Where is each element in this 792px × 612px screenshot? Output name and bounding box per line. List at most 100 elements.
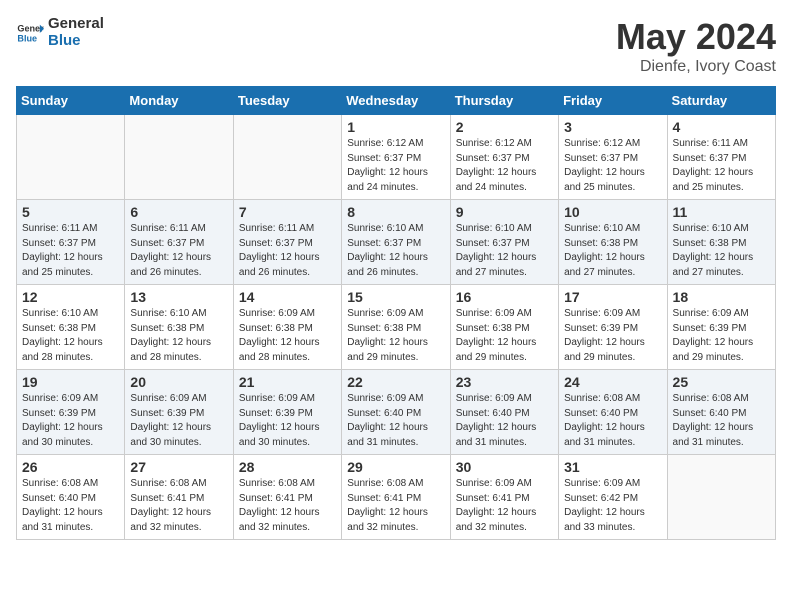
day-number: 4 — [673, 119, 770, 135]
day-number: 9 — [456, 204, 553, 220]
day-info: Sunrise: 6:08 AM Sunset: 6:41 PM Dayligh… — [239, 477, 336, 535]
weekday-header-row: Sunday Monday Tuesday Wednesday Thursday… — [17, 87, 776, 115]
table-row: 8 Sunrise: 6:10 AM Sunset: 6:37 PM Daylig… — [342, 200, 450, 285]
day-number: 25 — [673, 374, 770, 390]
table-row: 29 Sunrise: 6:08 AM Sunset: 6:41 PM Dayli… — [342, 455, 450, 540]
day-number: 14 — [239, 289, 336, 305]
table-row: 21Sunrise: 6:09 AM Sunset: 6:39 PM Dayli… — [233, 370, 341, 455]
day-number: 11 — [673, 204, 770, 220]
table-row: 20 Sunrise: 6:09 AM Sunset: 6:39 PM Dayli… — [125, 370, 233, 455]
table-row: 14 Sunrise: 6:09 AM Sunset: 6:38 PM Dayli… — [233, 285, 341, 370]
table-row: 12Sunrise: 6:10 AM Sunset: 6:38 PM Dayli… — [17, 285, 125, 370]
logo: General Blue General Blue — [16, 16, 104, 49]
day-info: Sunrise: 6:09 AM Sunset: 6:38 PM Dayligh… — [239, 307, 336, 365]
header-thursday: Thursday — [450, 87, 558, 115]
table-row: 13 Sunrise: 6:10 AM Sunset: 6:38 PM Dayli… — [125, 285, 233, 370]
day-number: 16 — [456, 289, 553, 305]
table-row: 3Sunrise: 6:12 AM Sunset: 6:37 PM Daylig… — [559, 115, 667, 200]
table-row: 26 Sunrise: 6:08 AM Sunset: 6:40 PM Dayli… — [17, 455, 125, 540]
table-row: 6Sunrise: 6:11 AM Sunset: 6:37 PM Daylig… — [125, 200, 233, 285]
table-row: 25Sunrise: 6:08 AM Sunset: 6:40 PM Dayli… — [667, 370, 775, 455]
table-row: 19 Sunrise: 6:09 AM Sunset: 6:39 PM Dayli… — [17, 370, 125, 455]
table-row: 5 Sunrise: 6:11 AM Sunset: 6:37 PM Daylig… — [17, 200, 125, 285]
day-number: 6 — [130, 204, 227, 220]
day-number: 17 — [564, 289, 661, 305]
day-number: 15 — [347, 289, 444, 305]
calendar-week-row: 12 Sunrise: 6:10 AM Sunset: 6:38 PM Dayli… — [17, 285, 776, 370]
day-info: Sunrise: 6:09 AM Sunset: 6:39 PM Dayligh… — [22, 392, 119, 450]
calendar-week-row: 19 Sunrise: 6:09 AM Sunset: 6:39 PM Dayli… — [17, 370, 776, 455]
day-info: Sunrise: 6:08 AM Sunset: 6:40 PM Dayligh… — [564, 392, 661, 450]
day-number: 28 — [239, 459, 336, 475]
table-row: 4 Sunrise: 6:11 AM Sunset: 6:37 PM Daylig… — [667, 115, 775, 200]
day-info: Sunrise: 6:08 AM Sunset: 6:41 PM Dayligh… — [347, 477, 444, 535]
calendar-subtitle: Dienfe, Ivory Coast — [616, 58, 776, 76]
table-row: 16 Sunrise: 6:09 AM Sunset: 6:38 PM Dayli… — [450, 285, 558, 370]
header-friday: Friday — [559, 87, 667, 115]
header-sunday: Sunday — [17, 87, 125, 115]
day-number: 31 — [564, 459, 661, 475]
calendar-table: Sunday Monday Tuesday Wednesday Thursday… — [16, 86, 776, 540]
day-info: Sunrise: 6:09 AM Sunset: 6:38 PM Dayligh… — [347, 307, 444, 365]
day-info: Sunrise: 6:10 AM Sunset: 6:37 PM Dayligh… — [347, 222, 444, 280]
day-number: 10 — [564, 204, 661, 220]
day-info: Sunrise: 6:10 AM Sunset: 6:38 PM Dayligh… — [564, 222, 661, 280]
day-info: Sunrise: 6:11 AM Sunset: 6:37 PM Dayligh… — [673, 137, 770, 195]
day-info: Sunrise: 6:09 AM Sunset: 6:40 PM Dayligh… — [347, 392, 444, 450]
calendar-week-row: 5 Sunrise: 6:11 AM Sunset: 6:37 PM Daylig… — [17, 200, 776, 285]
day-number: 3 — [564, 119, 661, 135]
day-number: 19 — [22, 374, 119, 390]
day-info: Sunrise: 6:08 AM Sunset: 6:41 PM Dayligh… — [130, 477, 227, 535]
day-number: 5 — [22, 204, 119, 220]
day-info: Sunrise: 6:09 AM Sunset: 6:38 PM Dayligh… — [456, 307, 553, 365]
table-row — [667, 455, 775, 540]
table-row: 2Sunrise: 6:12 AM Sunset: 6:37 PM Daylig… — [450, 115, 558, 200]
day-number: 8 — [347, 204, 444, 220]
page-header: General Blue General Blue May 2024 Dienf… — [16, 16, 776, 76]
table-row: 30Sunrise: 6:09 AM Sunset: 6:41 PM Dayli… — [450, 455, 558, 540]
day-number: 7 — [239, 204, 336, 220]
table-row: 23Sunrise: 6:09 AM Sunset: 6:40 PM Dayli… — [450, 370, 558, 455]
logo-general: General — [48, 15, 104, 32]
header-tuesday: Tuesday — [233, 87, 341, 115]
day-info: Sunrise: 6:12 AM Sunset: 6:37 PM Dayligh… — [347, 137, 444, 195]
day-number: 22 — [347, 374, 444, 390]
header-monday: Monday — [125, 87, 233, 115]
calendar-title: May 2024 — [616, 16, 776, 58]
logo-icon: General Blue — [16, 19, 44, 47]
table-row: 15 Sunrise: 6:09 AM Sunset: 6:38 PM Dayli… — [342, 285, 450, 370]
table-row: 24 Sunrise: 6:08 AM Sunset: 6:40 PM Dayli… — [559, 370, 667, 455]
day-info: Sunrise: 6:09 AM Sunset: 6:39 PM Dayligh… — [239, 392, 336, 450]
table-row: 1 Sunrise: 6:12 AM Sunset: 6:37 PM Daylig… — [342, 115, 450, 200]
day-info: Sunrise: 6:08 AM Sunset: 6:40 PM Dayligh… — [22, 477, 119, 535]
day-info: Sunrise: 6:09 AM Sunset: 6:39 PM Dayligh… — [564, 307, 661, 365]
table-row — [233, 115, 341, 200]
table-row: 10 Sunrise: 6:10 AM Sunset: 6:38 PM Dayli… — [559, 200, 667, 285]
day-number: 26 — [22, 459, 119, 475]
day-number: 20 — [130, 374, 227, 390]
day-info: Sunrise: 6:09 AM Sunset: 6:41 PM Dayligh… — [456, 477, 553, 535]
table-row — [17, 115, 125, 200]
day-number: 1 — [347, 119, 444, 135]
logo-blue: Blue — [48, 32, 81, 49]
table-row: 17 Sunrise: 6:09 AM Sunset: 6:39 PM Dayli… — [559, 285, 667, 370]
calendar-title-area: May 2024 Dienfe, Ivory Coast — [616, 16, 776, 76]
table-row: 22 Sunrise: 6:09 AM Sunset: 6:40 PM Dayli… — [342, 370, 450, 455]
table-row: 7 Sunrise: 6:11 AM Sunset: 6:37 PM Daylig… — [233, 200, 341, 285]
day-info: Sunrise: 6:09 AM Sunset: 6:39 PM Dayligh… — [130, 392, 227, 450]
day-number: 29 — [347, 459, 444, 475]
table-row: 9Sunrise: 6:10 AM Sunset: 6:37 PM Daylig… — [450, 200, 558, 285]
header-wednesday: Wednesday — [342, 87, 450, 115]
table-row: 28 Sunrise: 6:08 AM Sunset: 6:41 PM Dayli… — [233, 455, 341, 540]
day-info: Sunrise: 6:10 AM Sunset: 6:38 PM Dayligh… — [130, 307, 227, 365]
day-info: Sunrise: 6:11 AM Sunset: 6:37 PM Dayligh… — [22, 222, 119, 280]
day-number: 24 — [564, 374, 661, 390]
day-number: 13 — [130, 289, 227, 305]
day-number: 12 — [22, 289, 119, 305]
header-saturday: Saturday — [667, 87, 775, 115]
table-row: 27Sunrise: 6:08 AM Sunset: 6:41 PM Dayli… — [125, 455, 233, 540]
table-row: 11Sunrise: 6:10 AM Sunset: 6:38 PM Dayli… — [667, 200, 775, 285]
calendar-week-row: 26 Sunrise: 6:08 AM Sunset: 6:40 PM Dayli… — [17, 455, 776, 540]
day-info: Sunrise: 6:11 AM Sunset: 6:37 PM Dayligh… — [239, 222, 336, 280]
day-number: 2 — [456, 119, 553, 135]
